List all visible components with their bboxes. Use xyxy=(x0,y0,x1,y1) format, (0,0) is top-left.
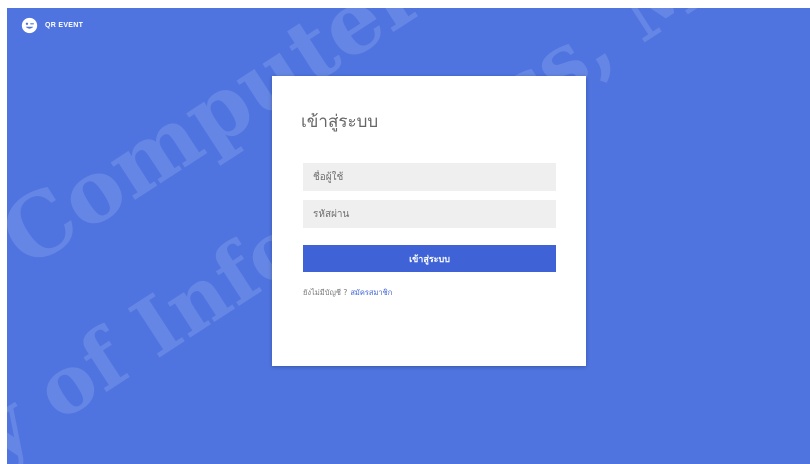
no-account-text: ยังไม่มีบัญชี ? xyxy=(303,288,348,297)
login-title: เข้าสู่ระบบ xyxy=(301,112,379,132)
login-card: เข้าสู่ระบบ เข้าสู่ระบบ ยังไม่มีบัญชี ?ส… xyxy=(272,76,586,366)
smiley-face-icon xyxy=(21,17,38,34)
brand-name: QR EVENT xyxy=(45,22,84,29)
register-link[interactable]: สมัครสมาชิก xyxy=(350,288,392,297)
login-button[interactable]: เข้าสู่ระบบ xyxy=(303,245,556,272)
password-input[interactable] xyxy=(303,200,556,228)
username-input[interactable] xyxy=(303,163,556,191)
register-prompt: ยังไม่มีบัญชี ? สมัครสมาชิก xyxy=(303,287,392,299)
brand[interactable]: QR EVENT xyxy=(21,17,83,34)
page-background: Computer Science, M y of Informatics, M … xyxy=(7,8,810,464)
